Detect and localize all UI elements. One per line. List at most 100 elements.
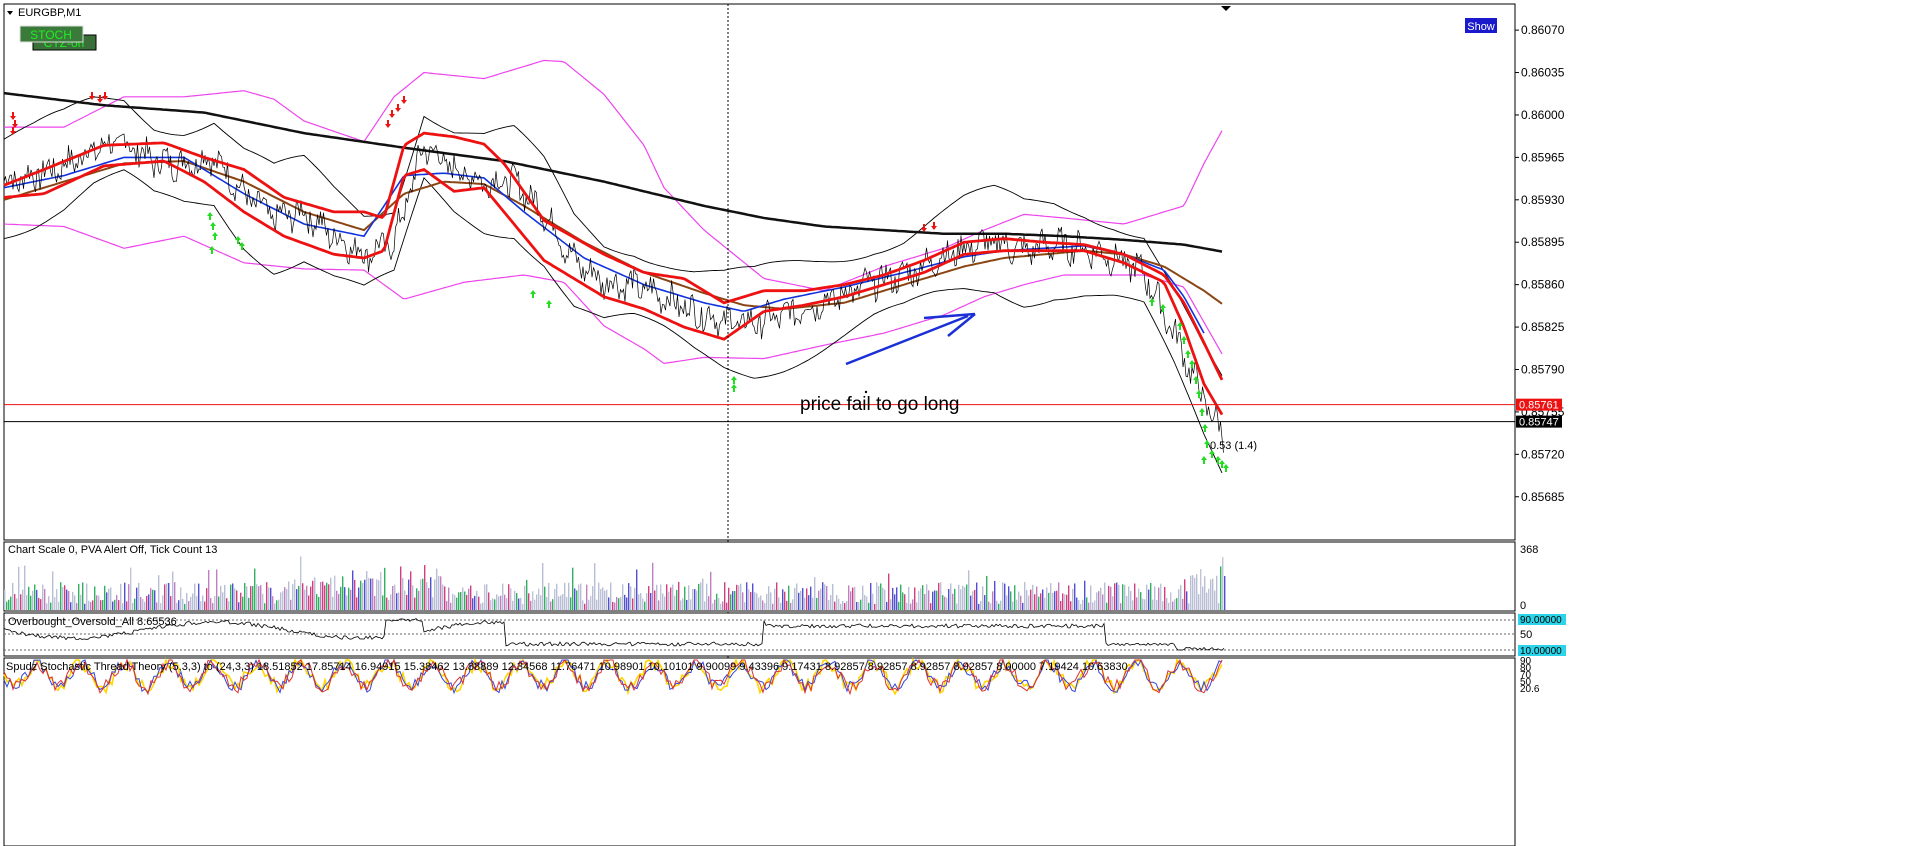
volume-bar [174,582,176,610]
volume-bar [224,584,226,610]
volume-bar [656,584,658,610]
volume-bar [252,586,254,610]
volume-bar [278,599,280,610]
volume-bar [4,589,6,610]
volume-bar [26,595,28,610]
volume-bar [784,591,786,610]
volume-bar [548,583,550,610]
volume-bar [652,562,654,610]
volume-bar [12,583,14,610]
volume-bar [630,586,632,610]
volume-bar [790,602,792,610]
volume-bar [188,601,190,610]
volume-bar [480,603,482,610]
volume-bar [118,600,120,610]
volume-bar [746,582,748,610]
volume-bar [1030,589,1032,610]
volume-bar [1096,592,1098,610]
volume-bar [58,601,60,610]
volume-bar [670,587,672,610]
volume-bar [638,594,640,610]
volume-bar [402,577,404,610]
volume-bar [554,589,556,610]
volume-bar [398,592,400,610]
volume-bar [78,583,80,610]
volume-bar [1214,590,1216,610]
volume-bar [708,596,710,610]
volume-bar [1066,594,1068,610]
volume-bar [86,583,88,610]
volume-bar [676,589,678,610]
volume-bar [218,596,220,610]
volume-bar [114,599,116,610]
volume-bar [474,595,476,610]
volume-bar [606,589,608,610]
volume-bar [808,595,810,610]
volume-bar [1174,599,1176,610]
volume-bar [636,569,638,610]
volume-bar [506,598,508,610]
volume-bar [658,600,660,610]
volume-bar [642,598,644,610]
volume-bar [108,588,110,610]
volume-bar [150,588,152,610]
volume-bar [358,587,360,610]
volume-bar [1104,582,1106,610]
volume-bar [158,575,160,610]
volume-bar [614,602,616,610]
volume-bar [126,601,128,610]
volume-bar [242,596,244,610]
volume-bar [928,590,930,610]
volume-bar [566,596,568,610]
volume-bar [240,592,242,610]
stochastic-label: Spudz Stochastic Thread Theory (5,3,3) t… [6,661,1128,673]
volume-bar [862,585,864,610]
volume-bar [1084,580,1086,610]
volume-bar [704,601,706,610]
volume-bar [488,592,490,610]
volume-bar [456,597,458,610]
obos-tick-50: 50 [1520,629,1532,641]
obos-tick-90: 90.00000 [1520,615,1562,626]
volume-bar [902,592,904,610]
trading-chart[interactable]: 0.86070 0.86035 0.86000 0.85965 0.85930 0.858… [0,0,1920,846]
volume-bar [156,602,158,610]
volume-bar [674,595,676,610]
volume-bar [1062,593,1064,610]
volume-bar [452,593,454,610]
volume-bar [492,598,494,610]
volume-bar [816,597,818,610]
volume-bar [404,590,406,610]
volume-bar [448,587,450,610]
volume-bar [694,589,696,610]
volume-bar [582,600,584,610]
volume-bar [792,599,794,610]
volume-bar [680,600,682,610]
volume-bar [1000,600,1002,610]
volume-bar [796,583,798,610]
volume-bar [672,584,674,610]
volume-bar [1064,594,1066,610]
volume-bar [454,595,456,610]
symbol-title: EURGBP,M1 [18,7,81,19]
volume-bar [342,576,344,610]
volume-bar [844,603,846,610]
volume-bar [250,586,252,610]
price-label-0: 0.85761 [1519,400,1559,412]
volume-bar [16,598,18,610]
volume-bar [1098,591,1100,610]
volume-bar [282,591,284,610]
volume-bar [396,593,398,610]
volume-bar [1050,583,1052,610]
volume-bar [430,577,432,610]
volume-bar [794,587,796,610]
volume-bar [326,582,328,610]
volume-bar [728,587,730,610]
stoch-button[interactable]: STOCH [19,25,84,43]
volume-bar [962,585,964,610]
volume-bar [736,584,738,610]
volume-bar [1124,584,1126,610]
show-button[interactable]: Show [1465,18,1497,33]
volume-bar [744,602,746,610]
volume-bar [1190,575,1192,610]
